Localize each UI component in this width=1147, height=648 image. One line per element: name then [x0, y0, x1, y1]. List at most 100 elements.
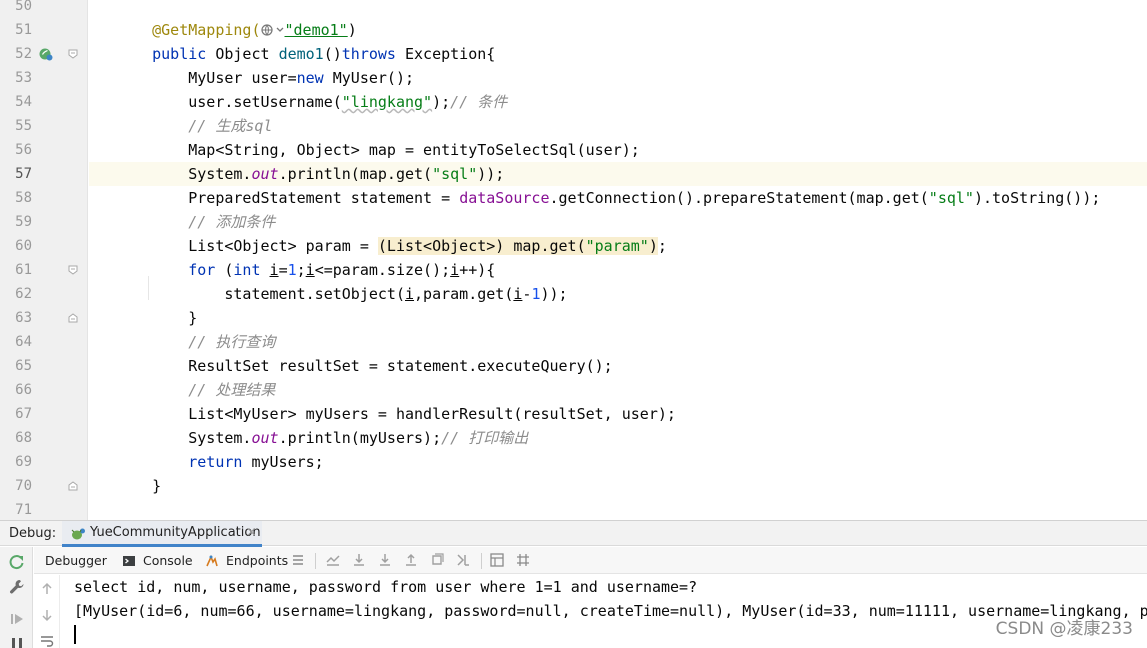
tab-debug-session[interactable]: YueCommunityApplication × — [62, 521, 262, 547]
code-line-52[interactable]: public Object demo1()throws Exception{ — [89, 42, 1147, 66]
gutter-row[interactable]: 60 — [0, 234, 88, 258]
gutter-row[interactable]: 56 — [0, 138, 88, 162]
code-line-64[interactable]: // 执行查询 — [89, 330, 1147, 354]
code-line-53[interactable]: MyUser user=new MyUser(); — [89, 66, 1147, 90]
code-token: Object — [206, 45, 279, 63]
gutter-row[interactable]: 52 — [0, 42, 88, 66]
gutter-row[interactable]: 59 — [0, 210, 88, 234]
code-line-63[interactable]: } — [89, 306, 1147, 330]
number-literal: 1 — [287, 261, 297, 279]
gutter-row[interactable]: 54 — [0, 90, 88, 114]
line-number: 58 — [15, 190, 32, 206]
code-line-54[interactable]: user.setUsername("lingkang");// 条件 — [89, 90, 1147, 114]
line-number: 50 — [15, 0, 32, 14]
code-line-67[interactable]: List<MyUser> myUsers = handlerResult(res… — [89, 402, 1147, 426]
code-area[interactable]: @GetMapping("demo1") public Object demo1… — [89, 0, 1147, 520]
code-token: ,param.get( — [414, 285, 514, 303]
code-line-68[interactable]: System.out.println(myUsers);// 打印输出 — [89, 426, 1147, 450]
spring-endpoint-icon[interactable] — [39, 47, 53, 61]
code-line-66[interactable]: // 处理结果 — [89, 378, 1147, 402]
line-number: 66 — [15, 382, 32, 398]
code-line-58[interactable]: PreparedStatement statement = dataSource… — [89, 186, 1147, 210]
gutter-row[interactable]: 67 — [0, 402, 88, 426]
fold-close-icon[interactable] — [68, 481, 78, 491]
gutter-row[interactable]: 70 — [0, 474, 88, 498]
gutter-row[interactable]: 58 — [0, 186, 88, 210]
toolbar-divider — [481, 553, 482, 569]
code-line-61[interactable]: for (int i=1;i<=param.size();i++){ — [89, 258, 1147, 282]
arrow-down-icon[interactable] — [39, 607, 55, 623]
tab-debugger[interactable]: Debugger — [45, 547, 107, 574]
pause-icon[interactable] — [8, 635, 26, 648]
tab-console[interactable]: Console — [143, 547, 193, 574]
keyword-for: for — [188, 261, 216, 279]
console-output[interactable]: select id, num, username, password from … — [61, 575, 1147, 648]
code-line-71[interactable] — [89, 498, 1147, 520]
tab-endpoints[interactable]: Endpoints — [226, 547, 288, 574]
code-token: MyUser user= — [188, 69, 297, 87]
globe-icon[interactable] — [260, 23, 275, 37]
code-line-69[interactable]: return myUsers; — [89, 450, 1147, 474]
evaluate-expression-icon[interactable] — [489, 552, 505, 568]
gutter-row[interactable]: 55 — [0, 114, 88, 138]
code-line-51[interactable]: @GetMapping("demo1") — [89, 18, 1147, 42]
resume-icon[interactable] — [8, 610, 26, 628]
gutter-row[interactable]: 65 — [0, 354, 88, 378]
gutter-row[interactable]: 50 — [0, 0, 88, 18]
gutter-row[interactable]: 51 — [0, 18, 88, 42]
string-sql: "sql" — [928, 189, 974, 207]
line-number: 59 — [15, 214, 32, 230]
gutter-row[interactable]: 71 — [0, 498, 88, 520]
code-token: System. — [188, 429, 252, 447]
code-token: PreparedStatement statement = — [188, 189, 460, 207]
step-out-icon[interactable] — [403, 552, 419, 568]
gutter-row[interactable]: 64 — [0, 330, 88, 354]
code-token: )); — [477, 165, 505, 183]
gutter-row[interactable]: 63 — [0, 306, 88, 330]
code-token: Map<String, Object> map = entityToSelect… — [188, 141, 640, 159]
fold-open-icon[interactable] — [68, 265, 78, 275]
code-line-55[interactable]: // 生成sql — [89, 114, 1147, 138]
step-over-icon[interactable] — [351, 552, 367, 568]
rerun-icon[interactable] — [8, 553, 26, 571]
code-line-70[interactable]: } — [89, 474, 1147, 498]
gutter-row[interactable]: 57 — [0, 162, 88, 186]
code-line-56[interactable]: Map<String, Object> map = entityToSelect… — [89, 138, 1147, 162]
string-param: "param" — [585, 237, 649, 255]
code-line-65[interactable]: ResultSet resultSet = statement.executeQ… — [89, 354, 1147, 378]
line-number: 70 — [15, 478, 32, 494]
code-token: .println(myUsers); — [278, 429, 442, 447]
trace-icon[interactable] — [515, 552, 531, 568]
show-execution-point-icon[interactable] — [325, 552, 341, 568]
run-to-cursor-icon[interactable] — [455, 552, 471, 568]
menu-icon[interactable] — [290, 552, 306, 568]
arrow-up-icon[interactable] — [39, 581, 55, 597]
gutter-row[interactable]: 66 — [0, 378, 88, 402]
gutter-row[interactable]: 61 — [0, 258, 88, 282]
code-token: )); — [540, 285, 568, 303]
code-comment: // 处理结果 — [188, 381, 276, 399]
drop-frame-icon[interactable] — [429, 552, 445, 568]
step-into-icon[interactable] — [377, 552, 393, 568]
console-line: [MyUser(id=6, num=66, username=lingkang,… — [74, 602, 1147, 620]
fold-open-icon[interactable] — [68, 49, 78, 59]
wrench-icon[interactable] — [8, 578, 26, 596]
code-line-50[interactable] — [89, 0, 1147, 18]
chevron-down-icon[interactable] — [275, 23, 285, 37]
code-line-62[interactable]: statement.setObject(i,param.get(i-1)); — [89, 282, 1147, 306]
code-line-60[interactable]: List<Object> param = (List<Object>) map.… — [89, 234, 1147, 258]
fold-close-icon[interactable] — [68, 313, 78, 323]
code-token: user.setUsername( — [188, 93, 342, 111]
code-editor[interactable]: 50 51 52 53 54 55 56 57 58 59 60 61 62 63 64 65 66 67 68 69… — [0, 0, 1147, 520]
string-sql: "sql" — [432, 165, 478, 183]
soft-wrap-icon[interactable] — [39, 633, 55, 648]
variable-i: i — [305, 261, 315, 279]
gutter-row[interactable]: 53 — [0, 66, 88, 90]
gutter-row[interactable]: 62 — [0, 282, 88, 306]
close-icon[interactable]: × — [246, 521, 257, 545]
gutter-row[interactable]: 69 — [0, 450, 88, 474]
code-line-59[interactable]: // 添加条件 — [89, 210, 1147, 234]
gutter-row[interactable]: 68 — [0, 426, 88, 450]
code-line-57[interactable]: System.out.println(map.get("sql")); — [89, 162, 1147, 186]
